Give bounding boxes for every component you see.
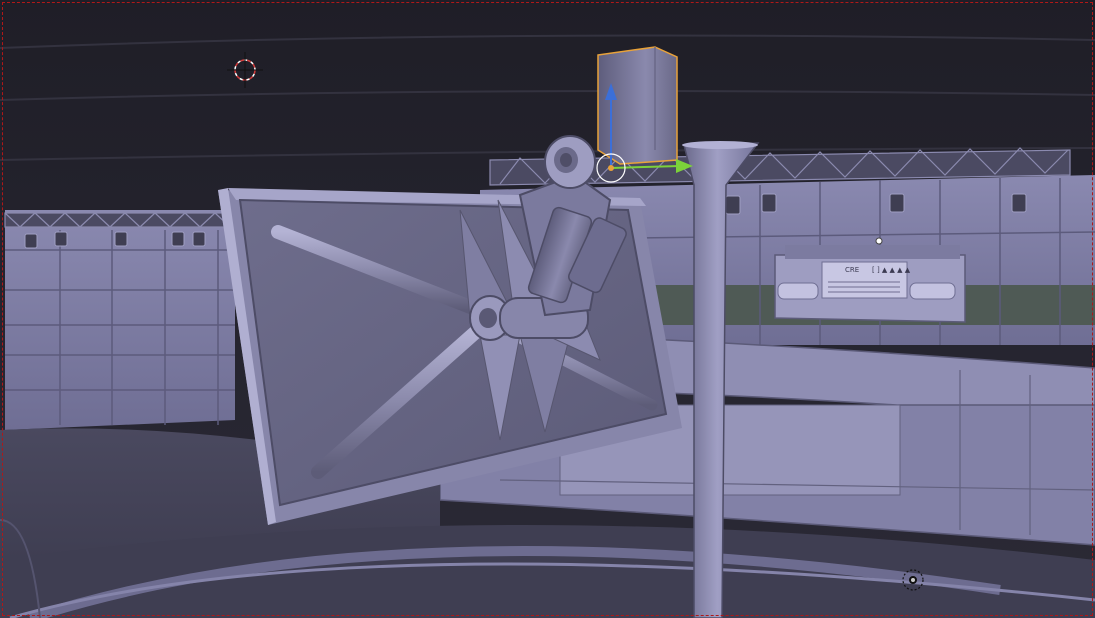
desk-sign-line-2: [ ] ▲ ▲ ▲ ▲ bbox=[872, 266, 911, 274]
desk-sign-line-1: CRE bbox=[845, 266, 859, 274]
desk-sign: CRE [ ] ▲ ▲ ▲ ▲ bbox=[821, 261, 911, 299]
news-desk[interactable]: CRE [ ] ▲ ▲ ▲ ▲ bbox=[774, 245, 966, 323]
selected-mount[interactable] bbox=[597, 46, 678, 165]
3d-viewport[interactable]: CRE [ ] ▲ ▲ ▲ ▲ bbox=[0, 0, 1095, 618]
viewport-scene[interactable]: CRE [ ] ▲ ▲ ▲ ▲ bbox=[0, 0, 1095, 618]
object-origin-icon bbox=[608, 165, 614, 171]
empty-object-icon[interactable] bbox=[875, 237, 883, 245]
